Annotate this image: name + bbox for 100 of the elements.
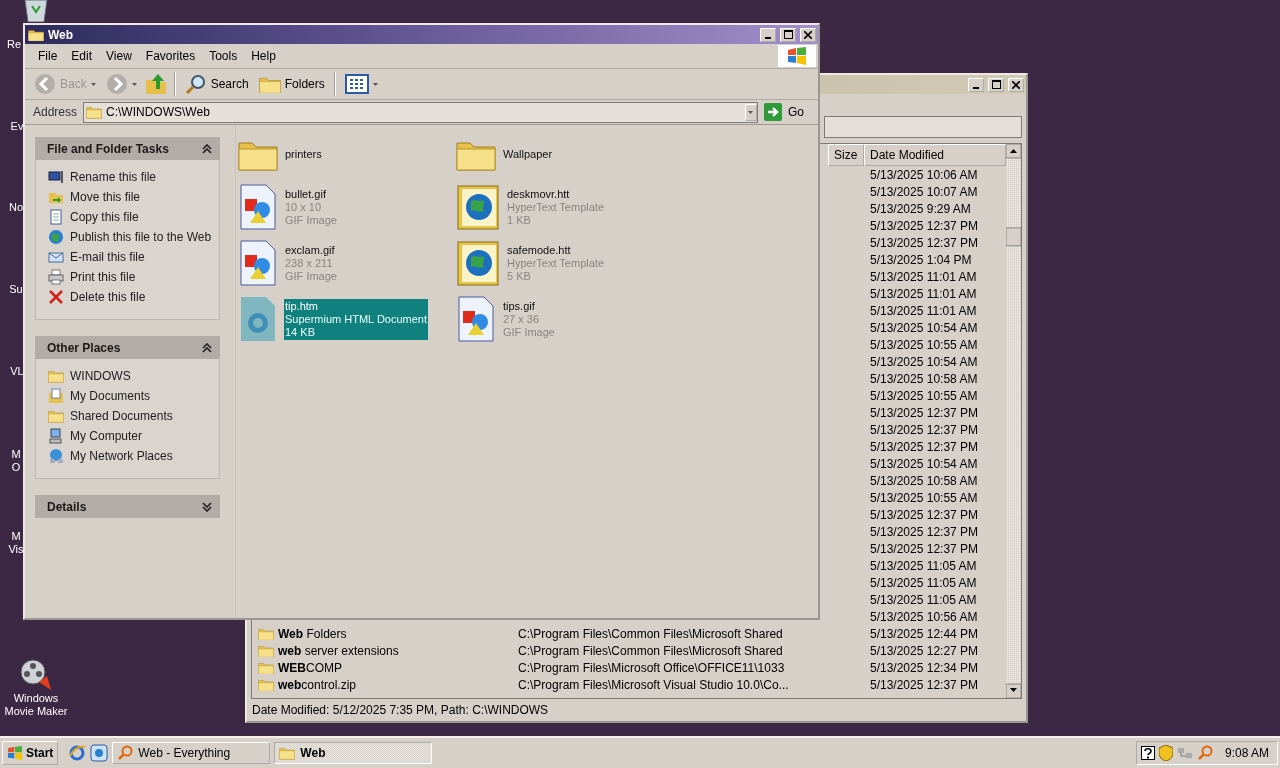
task-link[interactable]: My Computer	[48, 426, 219, 446]
go-button[interactable]: Go	[764, 103, 814, 121]
minimize-button[interactable]	[968, 77, 984, 92]
panel-header[interactable]: Other Places	[35, 336, 220, 359]
date-cell-text: 5/13/2025 11:01 AM	[869, 285, 978, 302]
taskbar-button[interactable]: Web - Everything	[112, 742, 271, 764]
task-link[interactable]: Print this file	[48, 267, 219, 287]
file-caption[interactable]: Wallpaper	[502, 146, 554, 162]
help-icon[interactable]	[1140, 746, 1155, 760]
windows-flag-icon	[787, 47, 807, 65]
task-link[interactable]: Delete this file	[48, 287, 219, 307]
date-cell-text: 5/13/2025 12:37 PM	[869, 506, 980, 523]
date-cell-text: 5/13/2025 1:04 PM	[869, 251, 973, 268]
desktop-icon-label[interactable]: Ev	[10, 120, 24, 133]
collapse-icon[interactable]	[202, 342, 212, 353]
file-caption[interactable]: tips.gif 27 x 36 GIF Image	[502, 298, 556, 340]
close-button[interactable]	[800, 27, 816, 42]
column-header[interactable]: Size	[828, 144, 864, 166]
task-link[interactable]: Copy this file	[48, 207, 219, 227]
menu-item[interactable]: Favorites	[138, 49, 203, 63]
minimize-button[interactable]	[760, 27, 776, 42]
taskbar-button[interactable]: Web	[274, 742, 433, 764]
collapse-icon[interactable]	[202, 143, 212, 154]
file-name[interactable]: WEBCOMP	[278, 660, 342, 675]
menu-item[interactable]: Help	[244, 49, 283, 63]
panel-header[interactable]: Details	[35, 495, 220, 518]
path-cell-text: C:\Program Files\Microsoft Office\OFFICE11\1033	[517, 659, 786, 676]
date-cell-text: 5/13/2025 10:55 AM	[869, 336, 979, 353]
image-file-icon	[238, 239, 278, 287]
desktop-icon-label[interactable]: M Vis	[8, 530, 24, 556]
close-button[interactable]	[1008, 77, 1024, 92]
desktop-icon-label[interactable]: No	[8, 201, 24, 214]
clock[interactable]: 9:08 AM	[1224, 746, 1269, 760]
file-name[interactable]: webcontrol.zip	[278, 677, 357, 692]
file-caption[interactable]: tip.htm Supermium HTML Document 14 KB	[284, 298, 429, 340]
panel-header[interactable]: File and Folder Tasks	[35, 137, 220, 160]
date-cell-text: 5/13/2025 10:56 AM	[869, 608, 979, 625]
menu-item[interactable]: Edit	[64, 49, 100, 63]
date-cell-text: 5/13/2025 10:54 AM	[869, 455, 979, 472]
dropdown-button[interactable]	[745, 103, 757, 121]
date-cell-text: 5/13/2025 11:05 AM	[869, 591, 978, 608]
folders-button[interactable]: Folders	[255, 71, 328, 97]
image-file-icon	[456, 295, 496, 343]
browser-icon[interactable]	[68, 744, 87, 762]
date-cell-text: 5/13/2025 10:55 AM	[869, 387, 979, 404]
file-caption[interactable]: exclam.gif 238 x 211 GIF Image	[284, 242, 338, 284]
film-reel-icon[interactable]	[19, 658, 53, 692]
task-link[interactable]: E-mail this file	[48, 247, 219, 267]
file-caption[interactable]: safemode.htt HyperText Template 5 KB	[506, 242, 605, 284]
task-link[interactable]: WINDOWS	[48, 366, 219, 386]
caret-icon	[131, 82, 137, 86]
date-cell-text: 5/13/2025 12:37 PM	[869, 523, 980, 540]
file-caption[interactable]: printers	[284, 146, 323, 162]
menu-item[interactable]: File	[31, 49, 65, 63]
file-name[interactable]: web server extensions	[278, 643, 399, 658]
desktop-icon-label[interactable]: M O	[11, 448, 21, 474]
globe-icon	[48, 229, 64, 245]
start-button[interactable]: Start	[2, 741, 59, 765]
desktop-icon-label[interactable]: VL	[10, 365, 24, 378]
window-title: Web	[48, 27, 75, 42]
date-cell-text: 5/13/2025 12:34 PM	[869, 659, 980, 676]
task-link[interactable]: Publish this file to the Web	[48, 227, 219, 247]
windows-flag-icon	[7, 746, 23, 760]
search-field[interactable]	[824, 116, 1022, 138]
file-caption[interactable]: deskmovr.htt HyperText Template 1 KB	[506, 186, 605, 228]
date-cell-text: 5/13/2025 12:37 PM	[869, 438, 980, 455]
path-cell-text: C:\Program Files\Common Files\Microsoft Shared	[517, 642, 784, 659]
folder-icon	[258, 660, 274, 675]
maximize-button[interactable]	[988, 77, 1004, 92]
browser-icon[interactable]	[90, 744, 109, 762]
recycle-bin-icon[interactable]	[22, 0, 50, 22]
desktop-icon-label[interactable]: Re	[6, 38, 22, 51]
expand-icon[interactable]	[202, 501, 212, 512]
task-link[interactable]: Rename this file	[48, 167, 219, 187]
date-cell-text: 5/13/2025 11:05 AM	[869, 574, 978, 591]
folder-icon	[258, 626, 274, 641]
task-link[interactable]: Shared Documents	[48, 406, 219, 426]
task-link[interactable]: Move this file	[48, 187, 219, 207]
folder-icon	[279, 746, 296, 760]
task-link[interactable]: My Documents	[48, 386, 219, 406]
menu-item[interactable]: View	[99, 49, 139, 63]
file-caption[interactable]: bullet.gif 10 x 10 GIF Image	[284, 186, 338, 228]
folder-icon	[28, 27, 44, 42]
date-cell-text: 5/13/2025 10:06 AM	[869, 166, 979, 183]
desktop-icon-label[interactable]: Windows Movie Maker	[4, 692, 68, 718]
address-field[interactable]: C:\WINDOWS\Web	[83, 101, 758, 123]
address-label: Address	[33, 105, 78, 119]
close-icon	[1012, 80, 1020, 89]
search-button[interactable]: Search	[181, 71, 252, 97]
desktop-icon-label[interactable]: Su	[9, 283, 23, 296]
date-cell-text: 5/13/2025 12:37 PM	[869, 676, 980, 693]
file-name[interactable]: Web Folders	[278, 626, 347, 641]
maximize-button[interactable]	[780, 27, 796, 42]
network-icon	[48, 448, 64, 464]
folder-icon	[258, 677, 274, 692]
documents-folder-icon	[48, 388, 64, 404]
task-link[interactable]: My Network Places	[48, 446, 219, 466]
date-cell-text: 5/13/2025 12:27 PM	[869, 642, 980, 659]
scrollbar[interactable]	[1006, 144, 1021, 698]
menu-item[interactable]: Tools	[202, 49, 245, 63]
